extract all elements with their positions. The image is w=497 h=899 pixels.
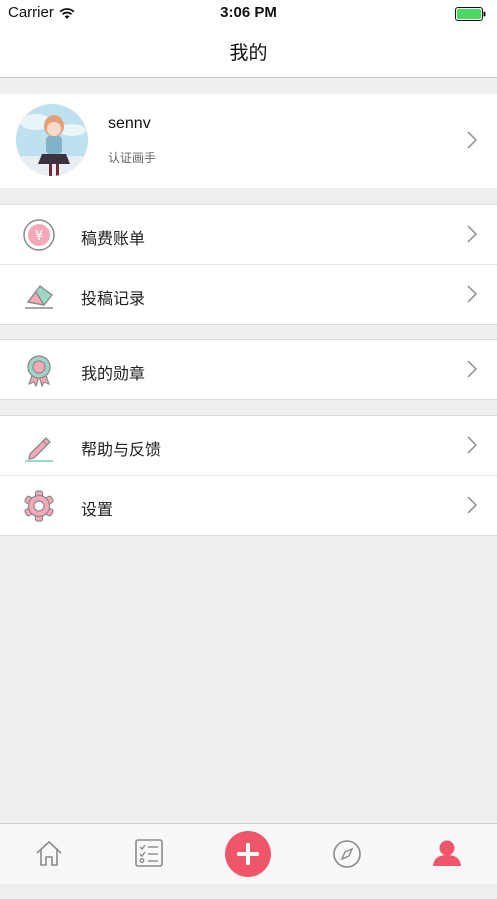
gear-icon [22, 489, 56, 523]
chevron-right-icon [467, 436, 478, 458]
user-certification: 认证画手 [108, 151, 157, 165]
task-list-icon [134, 839, 164, 872]
menu-group-medals: 我的勋章 [0, 339, 497, 400]
home-icon [34, 840, 64, 871]
tab-add[interactable] [224, 830, 272, 890]
tab-discover[interactable] [332, 839, 362, 899]
menu-item-label: 我的勋章 [81, 364, 146, 383]
menu-item-label: 稿费账单 [81, 229, 146, 248]
menu-item-royalty-bill[interactable]: ¥ 稿费账单 [0, 205, 497, 264]
chevron-right-icon [467, 360, 478, 382]
menu-item-submission-records[interactable]: 投稿记录 [0, 264, 497, 324]
menu-item-my-medals[interactable]: 我的勋章 [0, 340, 497, 399]
tab-profile[interactable] [432, 839, 462, 899]
user-name: sennv [108, 115, 151, 132]
page-title: 我的 [229, 42, 268, 64]
profile-icon [432, 840, 462, 871]
chevron-right-icon [467, 285, 478, 307]
add-icon [224, 831, 272, 882]
svg-text:¥: ¥ [35, 229, 43, 244]
nav-bar: 我的 [0, 26, 497, 78]
chevron-right-icon [467, 496, 478, 518]
tab-home[interactable] [34, 839, 64, 899]
menu-item-label: 设置 [81, 500, 114, 519]
battery-icon [455, 6, 487, 25]
tab-tasks[interactable] [134, 838, 164, 898]
menu-group-earnings: ¥ 稿费账单 投稿记录 [0, 204, 497, 325]
pencil-icon [22, 429, 56, 463]
menu-item-help-feedback[interactable]: 帮助与反馈 [0, 416, 497, 475]
chevron-right-icon [467, 131, 478, 153]
status-bar: Carrier 3:06 PM [0, 0, 497, 26]
menu-group-support: 帮助与反馈 设置 [0, 415, 497, 536]
menu-item-label: 帮助与反馈 [81, 440, 162, 459]
yen-coin-icon: ¥ [22, 218, 56, 252]
menu-item-label: 投稿记录 [81, 289, 146, 308]
chevron-right-icon [467, 225, 478, 247]
compass-icon [332, 840, 362, 873]
tab-bar [0, 823, 497, 884]
eraser-icon [22, 278, 56, 312]
clock: 3:06 PM [220, 4, 277, 21]
avatar[interactable] [16, 104, 88, 176]
menu-item-settings[interactable]: 设置 [0, 475, 497, 535]
medal-icon [22, 353, 56, 388]
profile-card[interactable]: sennv 认证画手 [0, 94, 497, 188]
